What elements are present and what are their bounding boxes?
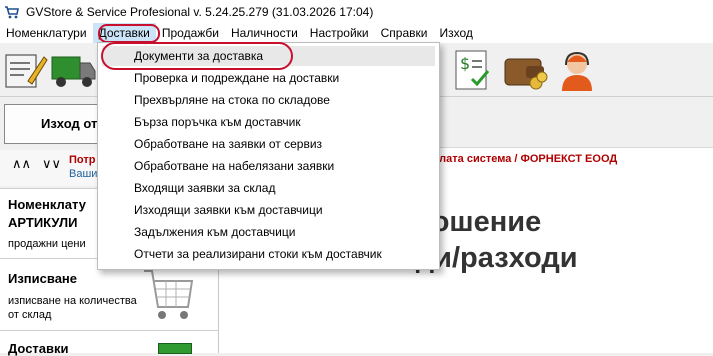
nav-card-subtitle-2: от склад [8,309,52,321]
wallet-icon[interactable] [502,47,548,93]
app-cart-icon [4,4,20,20]
menu-stock[interactable]: Наличности [225,23,304,43]
menu-item-incoming-requests[interactable]: Входящи заявки за склад [134,177,275,199]
nav-card-title-2: АРТИКУЛИ [8,215,78,230]
support-agent-icon[interactable] [554,47,600,93]
money-check-icon[interactable]: $ [450,47,496,93]
shopping-cart-icon [142,263,194,332]
document-edit-icon[interactable] [2,47,48,93]
nav-card-title: Изписване [8,271,78,286]
menu-settings[interactable]: Настройки [304,23,375,43]
menu-item-marked-requests[interactable]: Обработване на набелязани заявки [134,155,334,177]
window-title: GVStore & Service Profesional v. 5.24.25… [26,4,374,19]
menu-item-check-deliveries[interactable]: Проверка и подреждане на доставки [134,67,339,89]
green-box-icon [158,343,192,354]
menu-highlight-oval [98,24,160,43]
nav-card-subtitle: изписване на количества [8,295,137,307]
nav-card-deliveries[interactable]: Доставки [0,330,218,356]
expand-down-icon[interactable]: ∨∨ [42,156,61,172]
company-info-text: цялата система / ФОРНЕКСТ ЕООД [426,153,618,165]
menu-item-service-requests[interactable]: Обработване на заявки от сервиз [134,133,322,155]
deliveries-dropdown-menu: Документи за доставка Проверка и подрежд… [97,42,440,270]
nav-card-subtitle: продажни цени [8,238,86,250]
side-blue-link[interactable]: Ваши [69,168,97,180]
nav-card-title: Номенклату [8,197,86,212]
side-red-label: Потр [69,154,96,166]
menu-item-outgoing-requests[interactable]: Изходящи заявки към доставчици [134,199,323,221]
menu-item-quick-order[interactable]: Бърза поръчка към доставчик [134,111,301,133]
nav-card-title: Доставки [8,341,69,356]
menu-item-transfer-stock[interactable]: Прехвърляне на стока по складове [134,89,330,111]
collapse-up-icon[interactable]: ∧∧ [12,156,31,172]
menu-item-supplier-reports[interactable]: Отчети за реализирани стоки към доставчи… [134,243,382,265]
menu-reports[interactable]: Справки [375,23,434,43]
svg-text:$: $ [460,54,470,73]
menu-nomenclatures[interactable]: Номенклатури [0,23,93,43]
menu-exit[interactable]: Изход [433,23,478,43]
menu-sales[interactable]: Продажби [156,23,225,43]
dropdown-highlight-oval [101,42,293,70]
truck-icon[interactable] [50,47,96,93]
title-bar: GVStore & Service Profesional v. 5.24.25… [0,0,713,23]
menu-item-supplier-liabilities[interactable]: Задължения към доставчици [134,221,295,243]
